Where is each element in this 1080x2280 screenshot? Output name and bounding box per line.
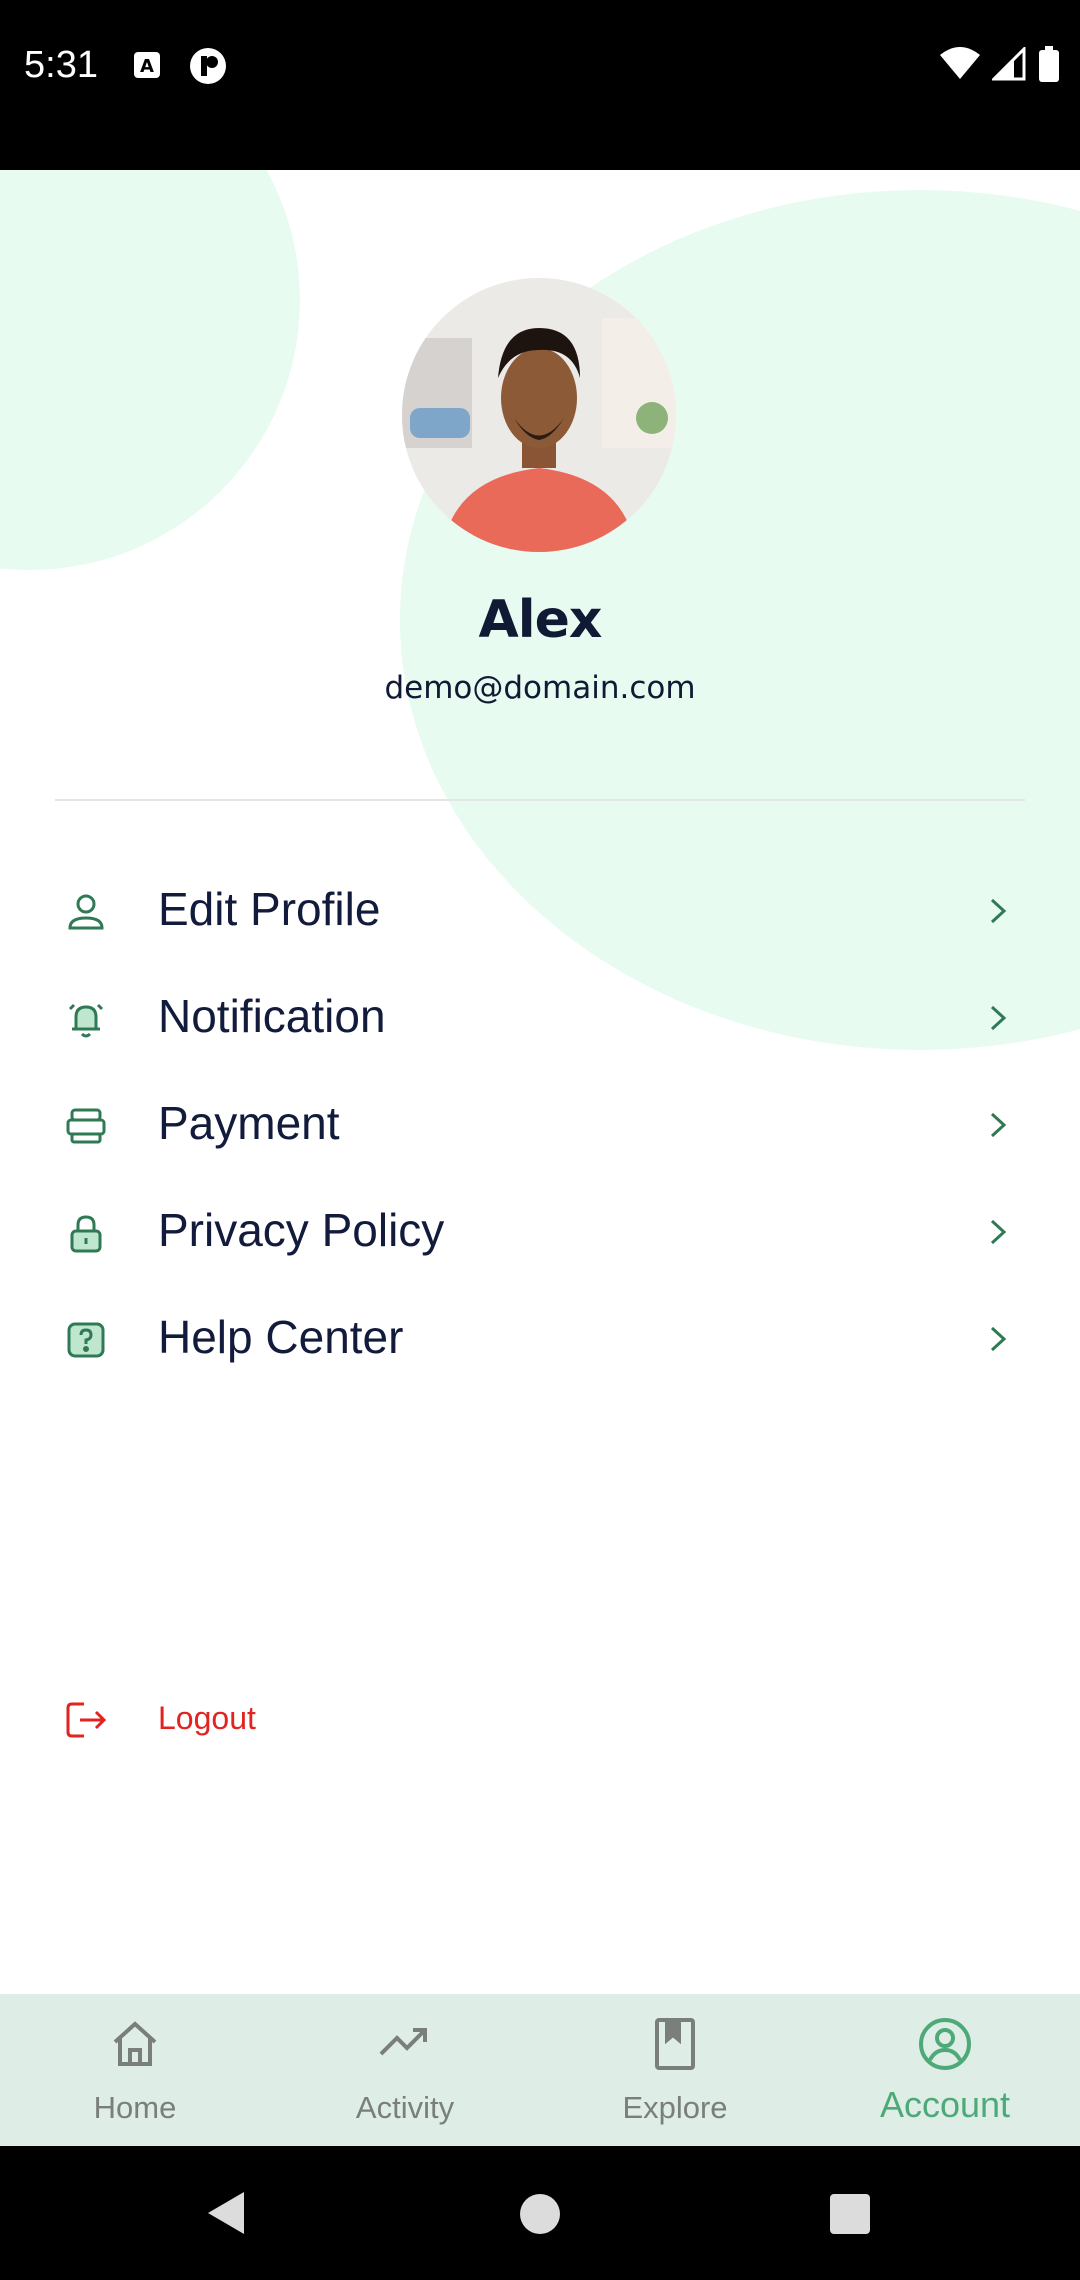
user-icon bbox=[64, 890, 108, 934]
trending-up-icon bbox=[377, 2016, 433, 2072]
svg-text:A: A bbox=[140, 56, 154, 77]
menu-item-help-center[interactable]: Help Center bbox=[0, 1288, 1080, 1388]
avatar bbox=[402, 278, 676, 552]
menu-item-label: Edit Profile bbox=[158, 883, 381, 935]
menu-item-label: Payment bbox=[158, 1097, 340, 1149]
a-notification-icon: A bbox=[132, 50, 162, 84]
recents-square-icon[interactable] bbox=[828, 2192, 872, 2240]
lock-icon bbox=[64, 1211, 108, 1255]
menu-item-notification[interactable]: Notification bbox=[0, 967, 1080, 1067]
menu-item-payment[interactable]: Payment bbox=[0, 1074, 1080, 1174]
chevron-right-icon bbox=[986, 1001, 1010, 1035]
nav-activity[interactable]: Activity bbox=[270, 1994, 540, 2146]
logout-label: Logout bbox=[158, 1700, 256, 1736]
account-screen: Alex demo@domain.com Edit Profile Notifi… bbox=[0, 170, 1080, 1994]
system-nav-bar bbox=[0, 2146, 1080, 2280]
menu-item-label: Notification bbox=[158, 990, 386, 1042]
nav-explore[interactable]: Explore bbox=[540, 1994, 810, 2146]
help-icon bbox=[64, 1318, 108, 1362]
home-icon bbox=[107, 2016, 163, 2072]
chevron-right-icon bbox=[986, 1108, 1010, 1142]
status-bar: 5:31 A bbox=[0, 0, 1080, 170]
nav-label: Activity bbox=[355, 2090, 455, 2125]
bell-icon bbox=[64, 997, 108, 1041]
battery-icon bbox=[1038, 46, 1060, 86]
home-circle-icon[interactable] bbox=[518, 2192, 562, 2240]
cellular-icon bbox=[990, 45, 1026, 85]
chevron-right-icon bbox=[986, 1215, 1010, 1249]
menu-item-label: Privacy Policy bbox=[158, 1204, 445, 1256]
nav-label: Account bbox=[879, 2084, 1011, 2125]
chevron-right-icon bbox=[986, 894, 1010, 928]
profile-name: Alex bbox=[478, 590, 603, 650]
wallet-icon bbox=[64, 1104, 108, 1148]
logout-button[interactable]: Logout bbox=[0, 1680, 400, 1760]
back-icon[interactable] bbox=[204, 2188, 248, 2242]
app-notification-icon bbox=[188, 46, 228, 90]
menu-item-edit-profile[interactable]: Edit Profile bbox=[0, 860, 1080, 960]
profile-email: demo@domain.com bbox=[384, 670, 696, 706]
bookmark-book-icon bbox=[647, 2016, 703, 2072]
menu-item-label: Help Center bbox=[158, 1311, 404, 1363]
logout-icon bbox=[64, 1698, 108, 1742]
nav-label: Explore bbox=[622, 2090, 728, 2125]
decorative-blob-left bbox=[0, 170, 300, 570]
nav-label: Home bbox=[93, 2090, 177, 2125]
account-circle-icon bbox=[917, 2016, 973, 2072]
nav-account[interactable]: Account bbox=[810, 1994, 1080, 2146]
wifi-icon bbox=[940, 47, 980, 85]
menu-item-privacy-policy[interactable]: Privacy Policy bbox=[0, 1181, 1080, 1281]
chevron-right-icon bbox=[986, 1322, 1010, 1356]
nav-home[interactable]: Home bbox=[0, 1994, 270, 2146]
status-time: 5:31 bbox=[24, 44, 98, 86]
divider bbox=[55, 799, 1025, 801]
bottom-nav: Home Activity Explore Account bbox=[0, 1994, 1080, 2146]
